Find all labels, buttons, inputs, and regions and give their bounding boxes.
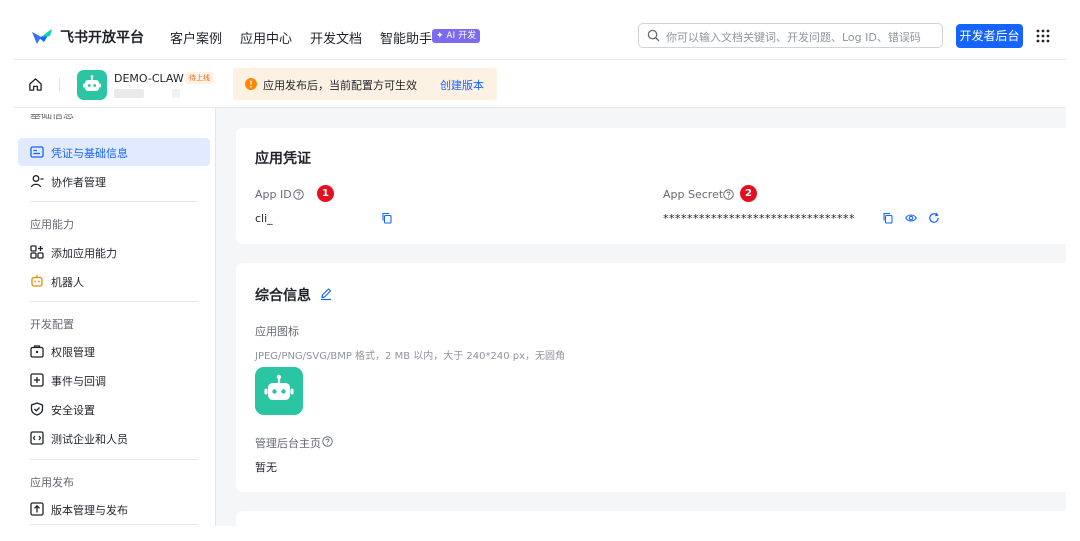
nav-link-smart-assistant[interactable]: 智能助手 xyxy=(380,28,432,47)
app-grid-icon[interactable] xyxy=(1036,29,1050,43)
sidebar-item-label: 协作者管理 xyxy=(51,176,106,189)
general-info-title: 综合信息 xyxy=(255,288,311,304)
sidebar-item-label: 版本管理与发布 xyxy=(51,504,128,517)
app-id-value: cli_ xyxy=(255,212,273,225)
search-input[interactable]: 你可以输入文档关键词、开发问题、Log ID、错误码 xyxy=(638,23,943,48)
sidebar-item-collaborators[interactable]: 协作者管理 xyxy=(18,167,210,195)
lock-box-icon xyxy=(30,345,44,358)
divider xyxy=(59,78,60,91)
brand-title[interactable]: 飞书开放平台 xyxy=(60,27,144,47)
admin-home-value: 暂无 xyxy=(255,461,277,474)
sidebar-item-bot[interactable]: 机器人 xyxy=(18,267,210,295)
help-icon[interactable] xyxy=(723,189,734,200)
divider xyxy=(30,524,198,525)
copy-icon[interactable] xyxy=(882,212,894,224)
admin-home-label: 管理后台主页 xyxy=(255,437,321,450)
top-nav: 飞书开放平台 客户案例 应用中心 开发文档 智能助手 ✦ AI 开发 你可以输入… xyxy=(14,14,1066,60)
divider xyxy=(30,201,198,202)
sidebar-item-permissions[interactable]: 权限管理 xyxy=(18,337,210,365)
search-placeholder: 你可以输入文档关键词、开发问题、Log ID、错误码 xyxy=(666,31,921,44)
sidebar-group-basic-partial: 基础信息 xyxy=(30,108,74,121)
event-plus-icon xyxy=(30,373,44,387)
add-grid-icon xyxy=(30,245,44,259)
publish-notice-banner: 应用发布后，当前配置方可生效 创建版本 xyxy=(233,68,497,100)
sidebar-group-release: 应用发布 xyxy=(30,476,74,489)
warning-icon xyxy=(245,78,257,90)
sidebar-group-dev-config: 开发配置 xyxy=(30,318,74,331)
credentials-title: 应用凭证 xyxy=(255,151,311,167)
sidebar-item-events[interactable]: 事件与回调 xyxy=(18,366,210,394)
feishu-logo-icon[interactable] xyxy=(30,26,54,46)
step-badge-2: 2 xyxy=(740,185,757,202)
sidebar-group-capabilities: 应用能力 xyxy=(30,218,74,231)
app-header: DEMO-CLAW 待上线 应用发布后，当前配置方可生效 创建版本 xyxy=(14,60,1066,108)
sidebar-item-versions[interactable]: 版本管理与发布 xyxy=(18,495,210,523)
sidebar-item-label: 事件与回调 xyxy=(51,375,106,388)
nav-link-app-center[interactable]: 应用中心 xyxy=(240,28,292,47)
help-icon[interactable] xyxy=(293,189,304,200)
app-name: DEMO-CLAW xyxy=(114,72,184,85)
robot-avatar-icon xyxy=(77,70,107,100)
notice-text: 应用发布后，当前配置方可生效 xyxy=(263,79,417,92)
nav-link-dev-docs[interactable]: 开发文档 xyxy=(310,28,362,47)
general-info-card: 综合信息 应用图标 JPEG/PNG/SVG/BMP 格式，2 MB 以内，大于… xyxy=(236,263,1066,492)
eye-icon[interactable] xyxy=(905,212,917,224)
sidebar: 基础信息 凭证与基础信息 协作者管理 应用能力 添加应用能力 机器人 开发配置 … xyxy=(14,108,216,526)
sidebar-item-label: 测试企业和人员 xyxy=(51,433,128,446)
app-id-redacted xyxy=(114,89,144,98)
nav-link-customer-cases[interactable]: 客户案例 xyxy=(170,28,222,47)
copy-icon[interactable] xyxy=(381,212,393,224)
upload-box-icon xyxy=(30,502,44,516)
app-secret-label: App Secret xyxy=(663,188,724,201)
code-box-icon xyxy=(30,431,44,445)
help-icon[interactable] xyxy=(322,436,333,447)
shield-icon xyxy=(30,402,44,416)
home-icon[interactable] xyxy=(28,77,43,92)
sidebar-item-test-tenants[interactable]: 测试企业和人员 xyxy=(18,424,210,452)
sidebar-item-label: 安全设置 xyxy=(51,404,95,417)
status-badge: 待上线 xyxy=(186,72,213,84)
app-icon-image[interactable] xyxy=(255,367,303,415)
sidebar-item-label: 凭证与基础信息 xyxy=(51,147,128,160)
sidebar-item-label: 权限管理 xyxy=(51,346,95,359)
next-card-partial xyxy=(236,511,1066,526)
developer-console-button[interactable]: 开发者后台 xyxy=(956,24,1023,48)
search-icon xyxy=(647,29,660,42)
sidebar-item-add-capability[interactable]: 添加应用能力 xyxy=(18,238,210,266)
divider xyxy=(30,301,198,302)
app-id-label: App ID xyxy=(255,188,292,201)
ai-dev-badge: ✦ AI 开发 xyxy=(432,29,481,43)
sidebar-item-security[interactable]: 安全设置 xyxy=(18,395,210,423)
edit-icon[interactable] xyxy=(319,287,333,301)
sidebar-item-credentials[interactable]: 凭证与基础信息 xyxy=(18,138,210,166)
app-secret-value: ******************************** xyxy=(663,212,855,225)
robot-icon xyxy=(31,275,43,287)
sidebar-item-label: 机器人 xyxy=(51,276,84,289)
app-icon-label: 应用图标 xyxy=(255,325,299,338)
app-icon-hint: JPEG/PNG/SVG/BMP 格式，2 MB 以内，大于 240*240 p… xyxy=(255,351,566,362)
user-icon xyxy=(30,175,44,188)
divider xyxy=(30,459,198,460)
app-window: 飞书开放平台 客户案例 应用中心 开发文档 智能助手 ✦ AI 开发 你可以输入… xyxy=(14,14,1066,526)
app-meta-redacted xyxy=(172,89,180,98)
sidebar-item-label: 添加应用能力 xyxy=(51,247,117,260)
credentials-card: 应用凭证 App ID 1 cli_ App Secret 2 ********… xyxy=(236,128,1066,244)
create-version-link[interactable]: 创建版本 xyxy=(440,77,484,93)
id-card-icon xyxy=(30,146,44,158)
refresh-icon[interactable] xyxy=(928,212,940,224)
step-badge-1: 1 xyxy=(317,185,334,202)
